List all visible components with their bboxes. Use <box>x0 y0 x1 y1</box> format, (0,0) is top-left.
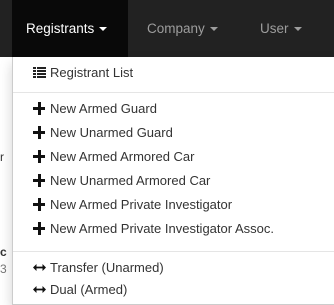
menu-item-label: New Unarmed Guard <box>50 125 173 140</box>
menu-item-registrant-list[interactable]: Registrant List <box>13 62 334 84</box>
left-right-arrow-icon <box>33 261 46 274</box>
menu-item-transfer-unarmed[interactable]: Transfer (Unarmed) <box>13 257 334 279</box>
caret-down-icon <box>99 27 108 32</box>
menu-item-new-armed-private-investigator[interactable]: New Armed Private Investigator <box>13 194 334 216</box>
menu-item-label: New Armed Armored Car <box>50 149 195 164</box>
menu-item-label: Dual (Armed) <box>50 282 128 297</box>
nav-registrants-label: Registrants <box>26 21 95 36</box>
nav-user-dropdown[interactable]: User <box>243 0 302 57</box>
menu-item-new-armed-guard[interactable]: New Armed Guard <box>13 98 334 120</box>
nav-user-label: User <box>260 21 289 36</box>
list-icon <box>33 66 46 79</box>
menu-divider <box>13 251 334 252</box>
menu-item-label: Registrant List <box>50 65 134 80</box>
background-text-fragment: r <box>0 150 4 164</box>
menu-divider <box>13 92 334 93</box>
menu-item-new-unarmed-armored-car[interactable]: New Unarmed Armored Car <box>13 170 334 192</box>
nav-company-dropdown[interactable]: Company <box>131 0 218 57</box>
menu-item-dual-armed[interactable]: Dual (Armed) <box>13 279 334 301</box>
menu-item-label: Transfer (Unarmed) <box>50 260 164 275</box>
caret-down-icon <box>293 27 302 32</box>
plus-icon <box>33 174 46 187</box>
left-right-arrow-icon <box>33 283 46 296</box>
caret-down-icon <box>209 27 218 32</box>
nav-company-label: Company <box>147 21 205 36</box>
menu-item-new-armed-armored-car[interactable]: New Armed Armored Car <box>13 146 334 168</box>
plus-icon <box>33 222 46 235</box>
menu-item-new-armed-private-investigator-assoc[interactable]: New Armed Private Investigator Assoc. <box>13 218 334 240</box>
menu-item-new-unarmed-guard[interactable]: New Unarmed Guard <box>13 122 334 144</box>
top-navbar: Registrants Company User <box>0 0 334 57</box>
menu-item-label: New Armed Private Investigator <box>50 197 233 212</box>
nav-registrants-dropdown[interactable]: Registrants <box>12 0 128 57</box>
registrants-dropdown-menu: Registrant List New Armed Guard New Unar… <box>12 57 334 305</box>
menu-item-label: New Unarmed Armored Car <box>50 173 211 188</box>
menu-item-label: New Armed Guard <box>50 101 157 116</box>
plus-icon <box>33 126 46 139</box>
background-text-fragment: c <box>0 245 7 259</box>
plus-icon <box>33 198 46 211</box>
menu-item-label: New Armed Private Investigator Assoc. <box>50 221 274 236</box>
plus-icon <box>33 150 46 163</box>
background-text-fragment: 3 <box>0 262 7 276</box>
plus-icon <box>33 102 46 115</box>
